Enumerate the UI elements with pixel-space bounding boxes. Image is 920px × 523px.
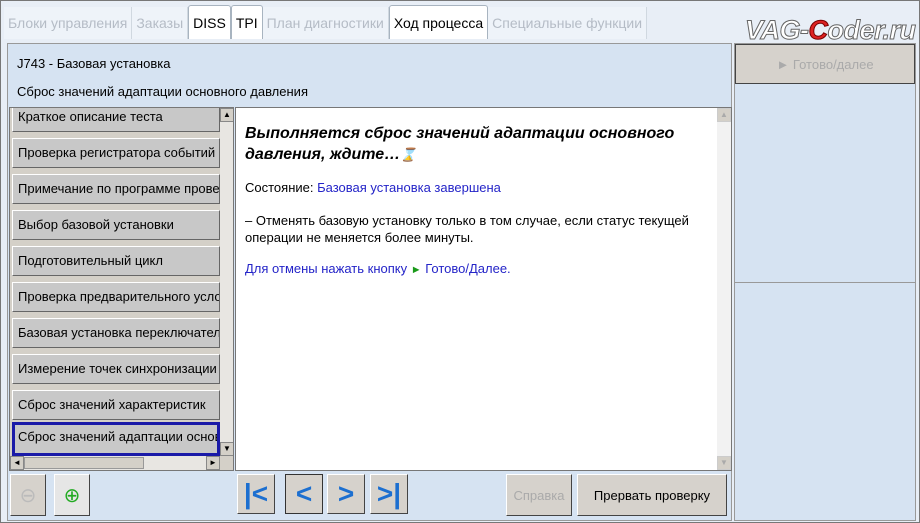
cancel-button-name: Готово/Далее. bbox=[421, 261, 511, 276]
logo-text: oder.ru bbox=[827, 15, 917, 46]
zoom-in-icon: ⊕ bbox=[63, 484, 81, 507]
list-item[interactable]: Краткое описание теста bbox=[12, 108, 220, 132]
tab-control-units[interactable]: Блоки управления bbox=[4, 7, 133, 39]
tab-tpi[interactable]: TPI bbox=[230, 5, 263, 39]
logo-text: VAG- bbox=[745, 15, 810, 46]
next-button[interactable]: > bbox=[327, 474, 365, 514]
zoom-out-icon: ⊖ bbox=[19, 484, 37, 507]
list-item[interactable]: Базовая установка переключателя bbox=[12, 318, 220, 348]
list-item[interactable]: Подготовительный цикл bbox=[12, 246, 220, 276]
hourglass-icon: ⌛ bbox=[400, 147, 417, 162]
scrollbar-thumb[interactable] bbox=[24, 457, 144, 469]
tab-bar: Блоки управления Заказы DISS TPI План ди… bbox=[4, 5, 648, 39]
main-panel: J743 - Базовая установка Сброс значений … bbox=[7, 43, 732, 521]
cancel-hint: Для отмены нажать кнопку ► Готово/Далее. bbox=[245, 261, 511, 276]
info-panel: Выполняется сброс значений адаптации осн… bbox=[235, 107, 732, 471]
scroll-up-icon[interactable]: ▲ bbox=[717, 108, 731, 122]
logo-text: C bbox=[808, 15, 829, 46]
heading-text: Выполняется сброс значений адаптации осн… bbox=[245, 125, 675, 163]
play-icon: ► bbox=[410, 264, 422, 276]
state-value: Базовая установка завершена bbox=[317, 180, 501, 195]
zoom-in-button[interactable]: ⊕ bbox=[54, 474, 90, 516]
state-label: Состояние: bbox=[245, 180, 318, 195]
tab-orders[interactable]: Заказы bbox=[132, 7, 189, 39]
scroll-right-icon[interactable]: ► bbox=[206, 456, 220, 470]
tab-process[interactable]: Ход процесса bbox=[388, 5, 489, 39]
list-item[interactable]: Измерение точек синхронизации bbox=[12, 354, 220, 384]
list-item[interactable]: Проверка предварительного условия bbox=[12, 282, 220, 312]
scroll-down-icon[interactable]: ▼ bbox=[220, 442, 233, 456]
tab-diagnostic-plan[interactable]: План диагностики bbox=[262, 7, 389, 39]
state-line: Состояние: Базовая установка завершена bbox=[245, 180, 501, 195]
note-text: – Отменять базовую установку только в то… bbox=[245, 213, 689, 245]
chevron-right-icon: > bbox=[337, 478, 355, 509]
abort-test-button[interactable]: Прервать проверку bbox=[577, 474, 727, 516]
list-item-selected[interactable]: Сброс значений адаптации основного давле… bbox=[12, 422, 220, 456]
test-steps-list: Краткое описание теста Проверка регистра… bbox=[9, 107, 234, 471]
skip-last-icon: >| bbox=[376, 478, 402, 509]
chevron-left-icon: < bbox=[295, 478, 313, 509]
scroll-left-icon[interactable]: ◄ bbox=[10, 456, 24, 470]
done-next-button[interactable]: ► Готово/далее bbox=[735, 44, 915, 84]
zoom-out-button[interactable]: ⊖ bbox=[10, 474, 46, 516]
tab-special-functions[interactable]: Специальные функции bbox=[488, 7, 648, 39]
tab-diss[interactable]: DISS bbox=[188, 5, 231, 39]
test-title: Сброс значений адаптации основного давле… bbox=[17, 84, 308, 99]
list-item[interactable]: Примечание по программе проверки bbox=[12, 174, 220, 204]
list-item[interactable]: Сброс значений характеристик bbox=[12, 390, 220, 420]
list-vertical-scrollbar[interactable]: ▲ ▼ bbox=[220, 108, 233, 456]
scroll-down-icon[interactable]: ▼ bbox=[717, 456, 731, 470]
list-horizontal-scrollbar[interactable]: ◄ ► bbox=[10, 456, 220, 470]
content-scrollbar[interactable]: ▲ ▼ bbox=[717, 108, 731, 470]
scroll-up-icon[interactable]: ▲ bbox=[220, 108, 233, 122]
watermark-logo: VAG-Coder.ru bbox=[745, 15, 917, 46]
help-button[interactable]: Справка bbox=[506, 474, 572, 516]
last-button[interactable]: >| bbox=[370, 474, 408, 514]
cancel-text: Для отмены нажать кнопку bbox=[245, 261, 411, 276]
module-title: J743 - Базовая установка bbox=[17, 56, 171, 71]
right-panel: ► Готово/далее bbox=[734, 43, 916, 521]
list-item[interactable]: Выбор базовой установки bbox=[12, 210, 220, 240]
status-heading: Выполняется сброс значений адаптации осн… bbox=[245, 123, 715, 165]
divider bbox=[735, 282, 915, 283]
skip-first-icon: |< bbox=[243, 478, 269, 509]
list-item[interactable]: Проверка регистратора событий bbox=[12, 138, 220, 168]
previous-button[interactable]: < bbox=[285, 474, 323, 514]
first-button[interactable]: |< bbox=[237, 474, 275, 514]
